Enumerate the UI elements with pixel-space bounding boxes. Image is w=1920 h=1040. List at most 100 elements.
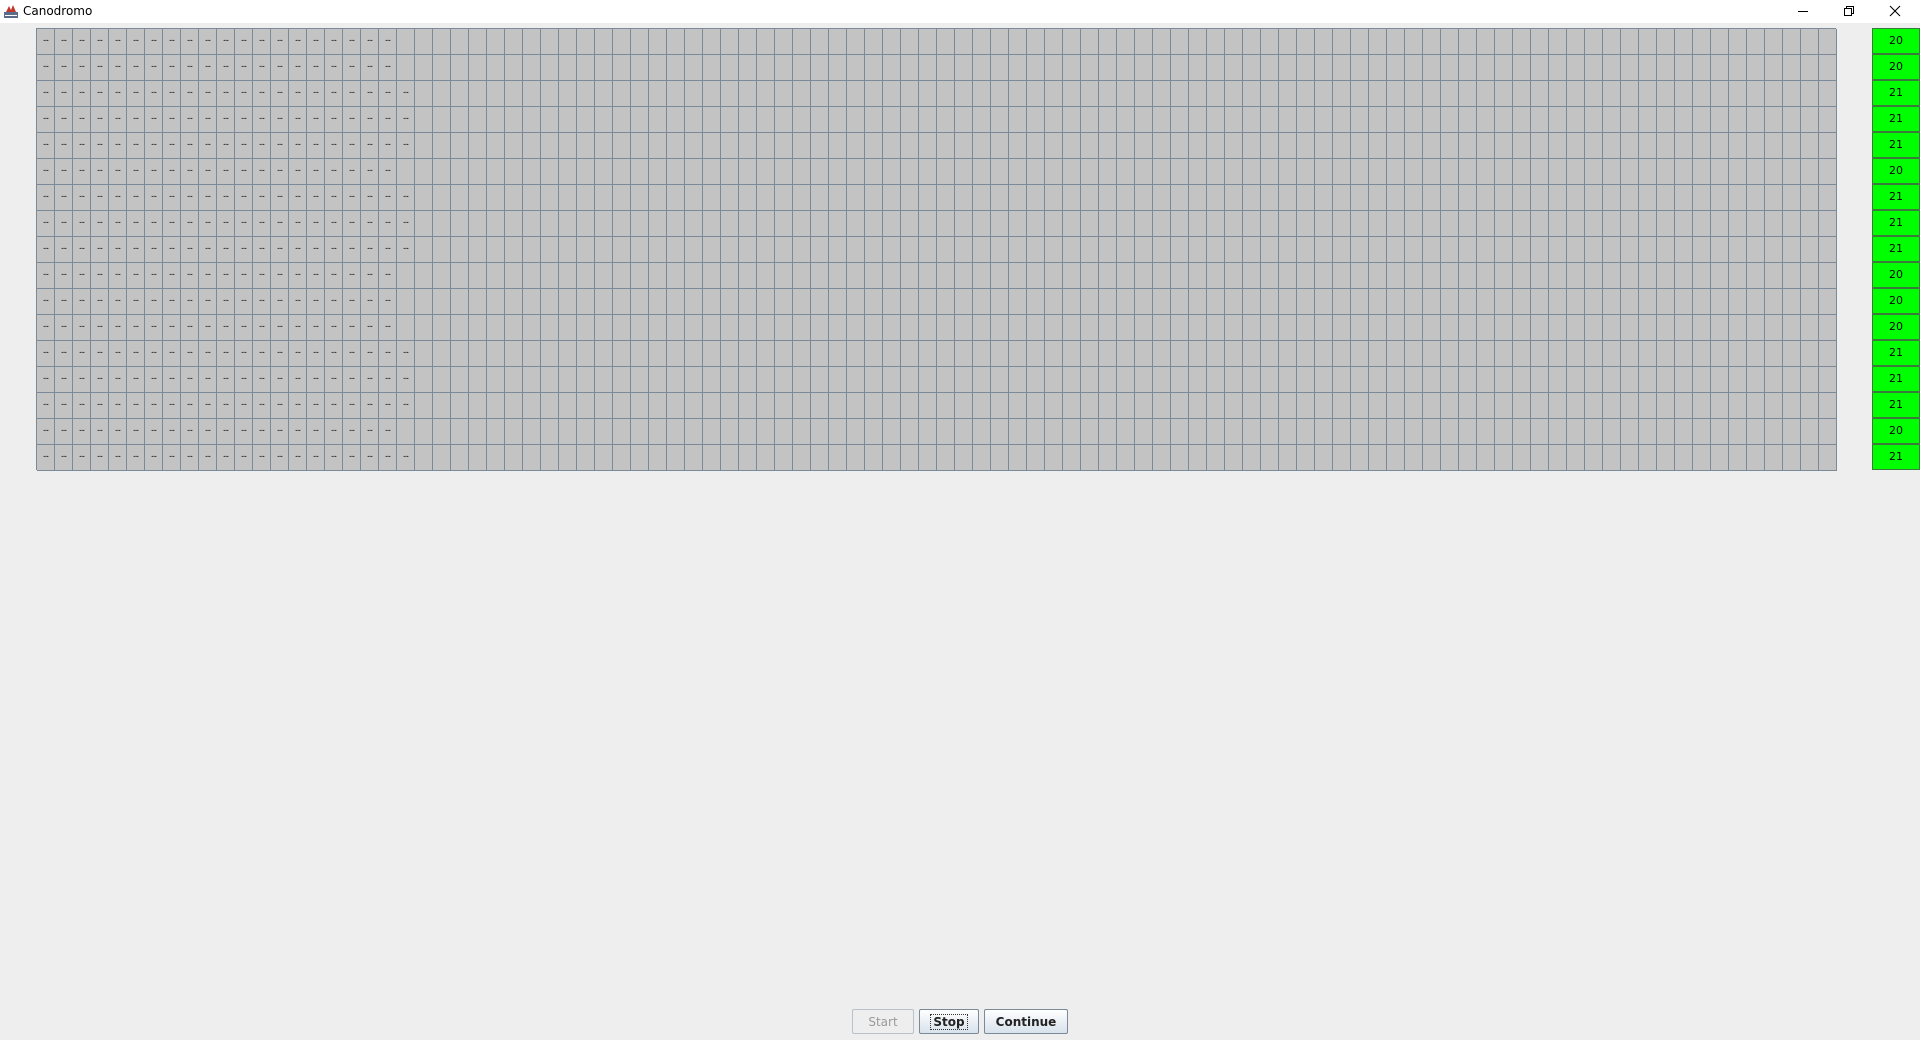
track-cell — [1135, 211, 1153, 237]
track-cell — [631, 393, 649, 419]
track-cell: ... — [289, 419, 307, 445]
restore-button[interactable] — [1826, 0, 1872, 22]
track-cell — [451, 315, 469, 341]
track-cell — [1279, 315, 1297, 341]
track-cell — [1801, 211, 1819, 237]
track-cell — [1315, 55, 1333, 81]
track-cell — [1153, 315, 1171, 341]
track-cell — [1171, 367, 1189, 393]
track-cell — [487, 107, 505, 133]
track-cell — [703, 419, 721, 445]
track-cell — [631, 81, 649, 107]
track-cell — [1549, 419, 1567, 445]
track-cell — [1495, 237, 1513, 263]
track-cell — [1531, 367, 1549, 393]
track-cell: ... — [199, 55, 217, 81]
track-cell — [1387, 185, 1405, 211]
track-cell — [415, 341, 433, 367]
track-cell: ... — [127, 211, 145, 237]
stop-button[interactable]: Stop — [919, 1009, 979, 1034]
track-cell — [1405, 367, 1423, 393]
track-cell — [1621, 81, 1639, 107]
track-cell — [1405, 237, 1423, 263]
track-cell: ... — [325, 445, 343, 471]
track-cell — [1009, 341, 1027, 367]
lane-result: 21 — [1872, 132, 1920, 158]
track-cell — [1693, 185, 1711, 211]
track-cell: ... — [253, 315, 271, 341]
track-cell — [1261, 107, 1279, 133]
track-cell — [1783, 159, 1801, 185]
track-cell: ... — [55, 211, 73, 237]
track-cell — [1099, 237, 1117, 263]
track-cell — [1423, 185, 1441, 211]
track-cell: ... — [181, 393, 199, 419]
track-cell — [649, 107, 667, 133]
track-cell — [1801, 185, 1819, 211]
track-cell — [937, 29, 955, 55]
track-cell: ... — [397, 185, 415, 211]
track-cell — [487, 419, 505, 445]
track-cell — [1585, 263, 1603, 289]
track-cell — [739, 185, 757, 211]
track-cell — [1531, 419, 1549, 445]
track-cell — [1549, 81, 1567, 107]
minimize-button[interactable] — [1780, 0, 1826, 22]
track-cell — [541, 211, 559, 237]
track-cell — [541, 341, 559, 367]
track-cell — [1081, 367, 1099, 393]
track-cell — [1369, 55, 1387, 81]
track-cell — [883, 315, 901, 341]
track-cell — [1405, 419, 1423, 445]
track-cell — [433, 185, 451, 211]
track-cell — [847, 185, 865, 211]
track-cell — [613, 341, 631, 367]
track-cell — [937, 185, 955, 211]
track-cell: ... — [307, 341, 325, 367]
track-cell — [811, 55, 829, 81]
track-cell — [1135, 419, 1153, 445]
lane-result: 21 — [1872, 340, 1920, 366]
track-cell — [595, 29, 613, 55]
continue-button[interactable]: Continue — [984, 1009, 1068, 1034]
close-button[interactable] — [1872, 0, 1918, 22]
track-cell — [415, 445, 433, 471]
track-cell — [739, 29, 757, 55]
track-cell — [703, 289, 721, 315]
track-cell: ... — [361, 159, 379, 185]
track-cell — [1675, 289, 1693, 315]
track-cell — [1657, 55, 1675, 81]
track-cell — [541, 419, 559, 445]
track-cell — [595, 289, 613, 315]
track-cell — [883, 263, 901, 289]
track-cell — [631, 107, 649, 133]
track-cell — [1477, 341, 1495, 367]
track-cell: ... — [37, 159, 55, 185]
track-cell — [487, 445, 505, 471]
track-cell — [901, 159, 919, 185]
track-cell — [1225, 445, 1243, 471]
track-cell — [991, 263, 1009, 289]
track-cell — [1081, 55, 1099, 81]
track-lane: ........................................… — [37, 55, 1837, 81]
track-cell — [847, 315, 865, 341]
track-cell — [1243, 289, 1261, 315]
track-cell — [1513, 393, 1531, 419]
track-cell — [1261, 367, 1279, 393]
track-cell: ... — [307, 419, 325, 445]
track-cell: ... — [271, 367, 289, 393]
track-cell — [901, 107, 919, 133]
track-cell — [1297, 211, 1315, 237]
track-cell: ... — [271, 315, 289, 341]
title-bar[interactable]: Canodromo — [0, 0, 1920, 23]
track-cell — [1117, 315, 1135, 341]
track-cell: ... — [181, 133, 199, 159]
track-cell — [1585, 107, 1603, 133]
track-cell — [1441, 419, 1459, 445]
track-cell — [667, 55, 685, 81]
track-cell: ... — [271, 107, 289, 133]
track-cell — [1009, 263, 1027, 289]
track-cell — [793, 341, 811, 367]
track-cell — [973, 445, 991, 471]
start-button[interactable]: Start — [852, 1009, 914, 1034]
